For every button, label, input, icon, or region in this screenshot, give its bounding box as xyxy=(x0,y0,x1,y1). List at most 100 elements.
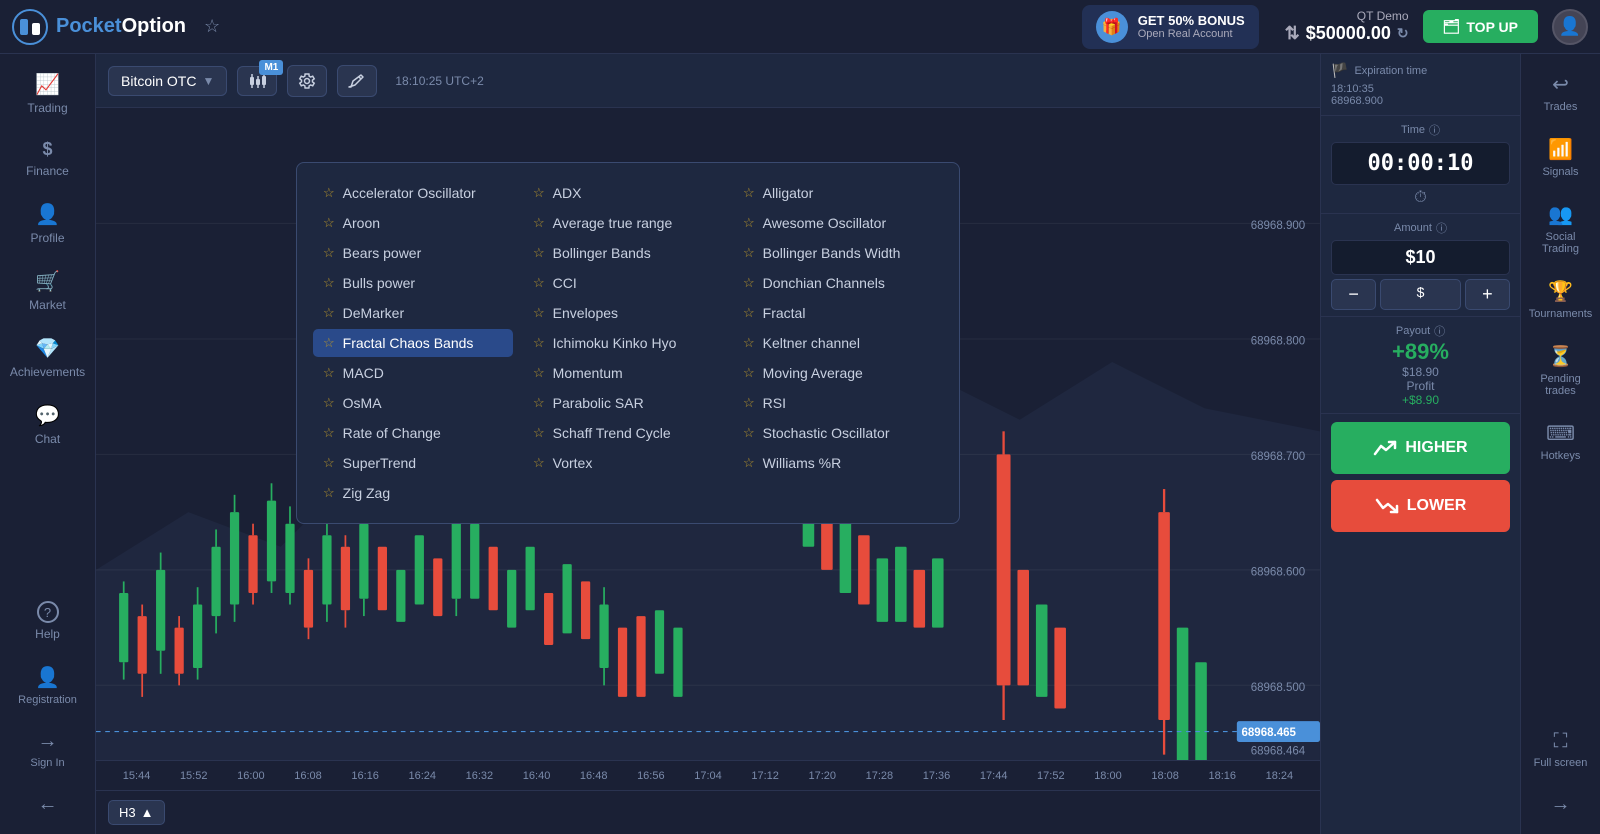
sidebar-item-social-trading[interactable]: 👥 Social Trading xyxy=(1521,192,1600,265)
currency-selector[interactable]: $ xyxy=(1380,279,1461,310)
indicator-bollinger-bands[interactable]: ☆ Bollinger Bands xyxy=(523,239,723,267)
sidebar-item-profile[interactable]: 👤 Profile xyxy=(8,192,88,255)
amount-display[interactable]: $10 xyxy=(1331,240,1510,275)
star-icon[interactable]: ☆ xyxy=(323,335,335,351)
star-icon[interactable]: ☆ xyxy=(533,455,545,471)
star-icon[interactable]: ☆ xyxy=(323,245,335,261)
settings-button[interactable] xyxy=(287,65,327,97)
star-icon[interactable]: ☆ xyxy=(533,365,545,381)
indicator-parabolic-sar[interactable]: ☆ Parabolic SAR xyxy=(523,389,723,417)
star-icon[interactable]: ☆ xyxy=(743,365,755,381)
sidebar-item-help[interactable]: ? Help xyxy=(8,591,88,651)
indicator-moving-average[interactable]: ☆ Moving Average xyxy=(733,359,943,387)
star-icon[interactable]: ☆ xyxy=(743,185,755,201)
star-icon[interactable]: ☆ xyxy=(743,215,755,231)
indicator-osma[interactable]: ☆ OsMA xyxy=(313,389,513,417)
star-icon[interactable]: ☆ xyxy=(323,365,335,381)
higher-button[interactable]: HIGHER xyxy=(1331,422,1510,474)
sidebar-item-back[interactable]: ← xyxy=(8,783,88,826)
star-icon[interactable]: ☆ xyxy=(323,215,335,231)
indicator-bollinger-bands-width[interactable]: ☆ Bollinger Bands Width xyxy=(733,239,943,267)
star-icon[interactable]: ☆ xyxy=(743,305,755,321)
indicator-fractal-chaos-bands[interactable]: ☆ Fractal Chaos Bands xyxy=(313,329,513,357)
star-icon[interactable]: ☆ xyxy=(743,335,755,351)
sidebar-item-tournaments[interactable]: 🏆 Tournaments xyxy=(1521,269,1600,330)
indicator-demarker[interactable]: ☆ DeMarker xyxy=(313,299,513,327)
star-icon[interactable]: ☆ xyxy=(743,395,755,411)
help-amount-icon[interactable]: ⓘ xyxy=(1436,220,1447,236)
indicator-momentum[interactable]: ☆ Momentum xyxy=(523,359,723,387)
sidebar-item-signin[interactable]: → Sign In xyxy=(8,720,88,779)
indicator-bears-power[interactable]: ☆ Bears power xyxy=(313,239,513,267)
sidebar-item-hotkeys[interactable]: ⌨ Hotkeys xyxy=(1521,411,1600,472)
star-icon[interactable]: ☆ xyxy=(743,425,755,441)
help-payout-icon[interactable]: ⓘ xyxy=(1434,323,1445,339)
indicator-bulls-power[interactable]: ☆ Bulls power xyxy=(313,269,513,297)
star-icon[interactable]: ☆ xyxy=(323,425,335,441)
sidebar-item-trading[interactable]: 📈 Trading xyxy=(8,62,88,125)
indicator-zig-zag[interactable]: ☆ Zig Zag xyxy=(313,479,513,507)
star-icon[interactable]: ☆ xyxy=(743,455,755,471)
star-icon[interactable]: ☆ xyxy=(533,305,545,321)
indicator-average-true-range[interactable]: ☆ Average true range xyxy=(523,209,723,237)
star-icon[interactable]: ☆ xyxy=(743,275,755,291)
star-icon[interactable]: ☆ xyxy=(533,395,545,411)
indicator-aroon[interactable]: ☆ Aroon xyxy=(313,209,513,237)
indicator-macd[interactable]: ☆ MACD xyxy=(313,359,513,387)
indicator-cci[interactable]: ☆ CCI xyxy=(523,269,723,297)
indicator-vortex[interactable]: ☆ Vortex xyxy=(523,449,723,477)
favorite-icon[interactable]: ☆ xyxy=(204,16,220,37)
indicator-alligator[interactable]: ☆ Alligator xyxy=(733,179,943,207)
draw-button[interactable] xyxy=(337,65,377,97)
indicator-rsi[interactable]: ☆ RSI xyxy=(733,389,943,417)
sidebar-item-signals[interactable]: 📶 Signals xyxy=(1521,127,1600,188)
lower-button[interactable]: LOWER xyxy=(1331,480,1510,532)
star-icon[interactable]: ☆ xyxy=(323,485,335,501)
star-icon[interactable]: ☆ xyxy=(533,335,545,351)
sidebar-item-trades[interactable]: ↩ Trades xyxy=(1521,62,1600,123)
timeframe-selector[interactable]: H3 ▲ xyxy=(108,800,165,825)
indicator-schaff-trend[interactable]: ☆ Schaff Trend Cycle xyxy=(523,419,723,447)
star-icon[interactable]: ☆ xyxy=(533,275,545,291)
indicator-awesome-oscillator[interactable]: ☆ Awesome Oscillator xyxy=(733,209,943,237)
star-icon[interactable]: ☆ xyxy=(533,215,545,231)
star-icon[interactable]: ☆ xyxy=(323,455,335,471)
star-icon[interactable]: ☆ xyxy=(743,245,755,261)
star-icon[interactable]: ☆ xyxy=(533,425,545,441)
indicator-donchian-channels[interactable]: ☆ Donchian Channels xyxy=(733,269,943,297)
star-icon[interactable]: ☆ xyxy=(533,245,545,261)
star-icon[interactable]: ☆ xyxy=(323,185,335,201)
sidebar-item-finance[interactable]: $ Finance xyxy=(8,129,88,188)
bonus-banner[interactable]: 🎁 GET 50% BONUS Open Real Account xyxy=(1082,5,1259,49)
star-icon[interactable]: ☆ xyxy=(323,305,335,321)
sidebar-item-chat[interactable]: 💬 Chat xyxy=(8,393,88,456)
star-icon[interactable]: ☆ xyxy=(323,275,335,291)
indicator-keltner-channel[interactable]: ☆ Keltner channel xyxy=(733,329,943,357)
indicator-rate-of-change[interactable]: ☆ Rate of Change xyxy=(313,419,513,447)
star-icon[interactable]: ☆ xyxy=(533,185,545,201)
sidebar-item-market[interactable]: 🛒 Market xyxy=(8,259,88,322)
help-time-icon[interactable]: ⓘ xyxy=(1429,122,1440,138)
star-icon[interactable]: ☆ xyxy=(323,395,335,411)
amount-increase-button[interactable]: + xyxy=(1465,279,1510,310)
sidebar-item-pending-trades[interactable]: ⏳ Pending trades xyxy=(1521,334,1600,407)
indicator-stochastic-oscillator[interactable]: ☆ Stochastic Oscillator xyxy=(733,419,943,447)
refresh-icon[interactable]: ↻ xyxy=(1397,25,1409,42)
indicator-supertrend[interactable]: ☆ SuperTrend xyxy=(313,449,513,477)
topup-button[interactable]: 🗂 TOP UP xyxy=(1423,10,1538,43)
sidebar-item-fullscreen[interactable]: ⛶ Full screen xyxy=(1521,720,1600,779)
indicator-fractal[interactable]: ☆ Fractal xyxy=(733,299,943,327)
indicator-williams-r[interactable]: ☆ Williams %R xyxy=(733,449,943,477)
indicator-ichimoku[interactable]: ☆ Ichimoku Kinko Hyo xyxy=(523,329,723,357)
logo[interactable]: PocketOption xyxy=(12,9,186,45)
clock-icon[interactable]: ⏱ xyxy=(1414,189,1426,207)
asset-selector[interactable]: Bitcoin OTC ▼ xyxy=(108,66,227,96)
indicator-envelopes[interactable]: ☆ Envelopes xyxy=(523,299,723,327)
avatar[interactable]: 👤 xyxy=(1552,9,1588,45)
sidebar-item-collapse[interactable]: → xyxy=(1521,783,1600,826)
indicator-adx[interactable]: ☆ ADX xyxy=(523,179,723,207)
indicator-accelerator[interactable]: ☆ Accelerator Oscillator xyxy=(313,179,513,207)
sidebar-item-achievements[interactable]: 💎 Achievements xyxy=(8,326,88,389)
sidebar-item-registration[interactable]: 👤 Registration xyxy=(8,655,88,716)
amount-decrease-button[interactable]: − xyxy=(1331,279,1376,310)
